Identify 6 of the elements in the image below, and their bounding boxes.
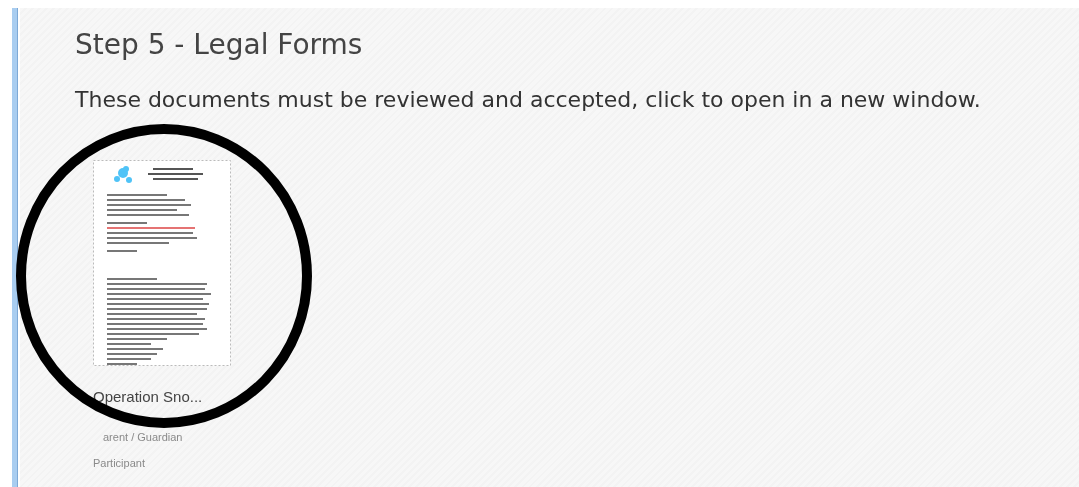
document-name[interactable]: Operation Sno... xyxy=(93,388,243,405)
instructions-text: These documents must be reviewed and accepted, click to open in a new window. xyxy=(75,87,982,112)
signer-label: Participant xyxy=(93,457,146,469)
signer-label: arent / Guardian xyxy=(102,431,184,443)
document-thumbnail-drawing[interactable] xyxy=(93,160,231,366)
page-heading: Step 5 - Legal Forms xyxy=(75,28,364,61)
